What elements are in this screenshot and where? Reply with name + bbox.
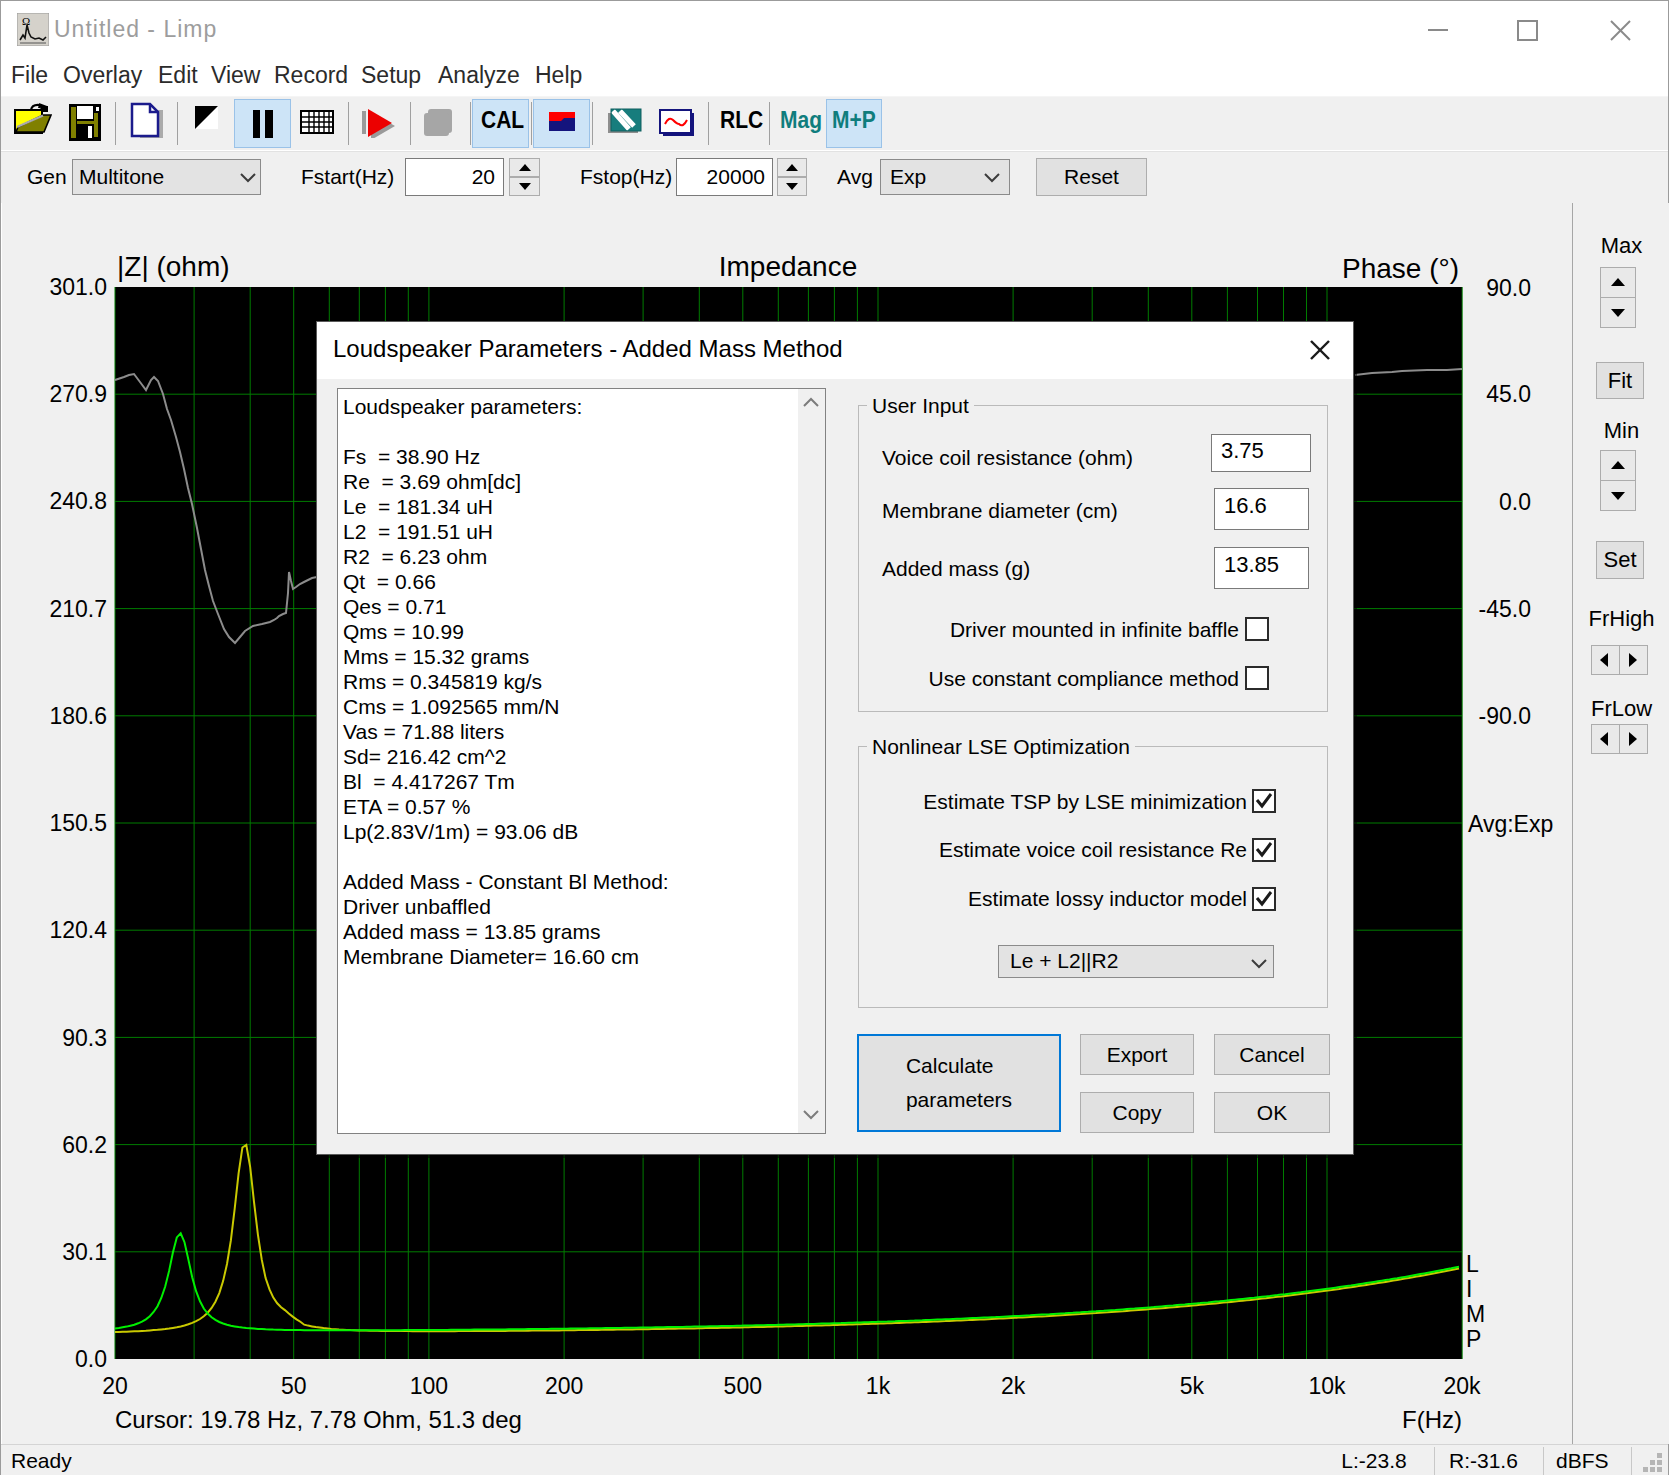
svg-text:Ω: Ω (22, 15, 30, 27)
